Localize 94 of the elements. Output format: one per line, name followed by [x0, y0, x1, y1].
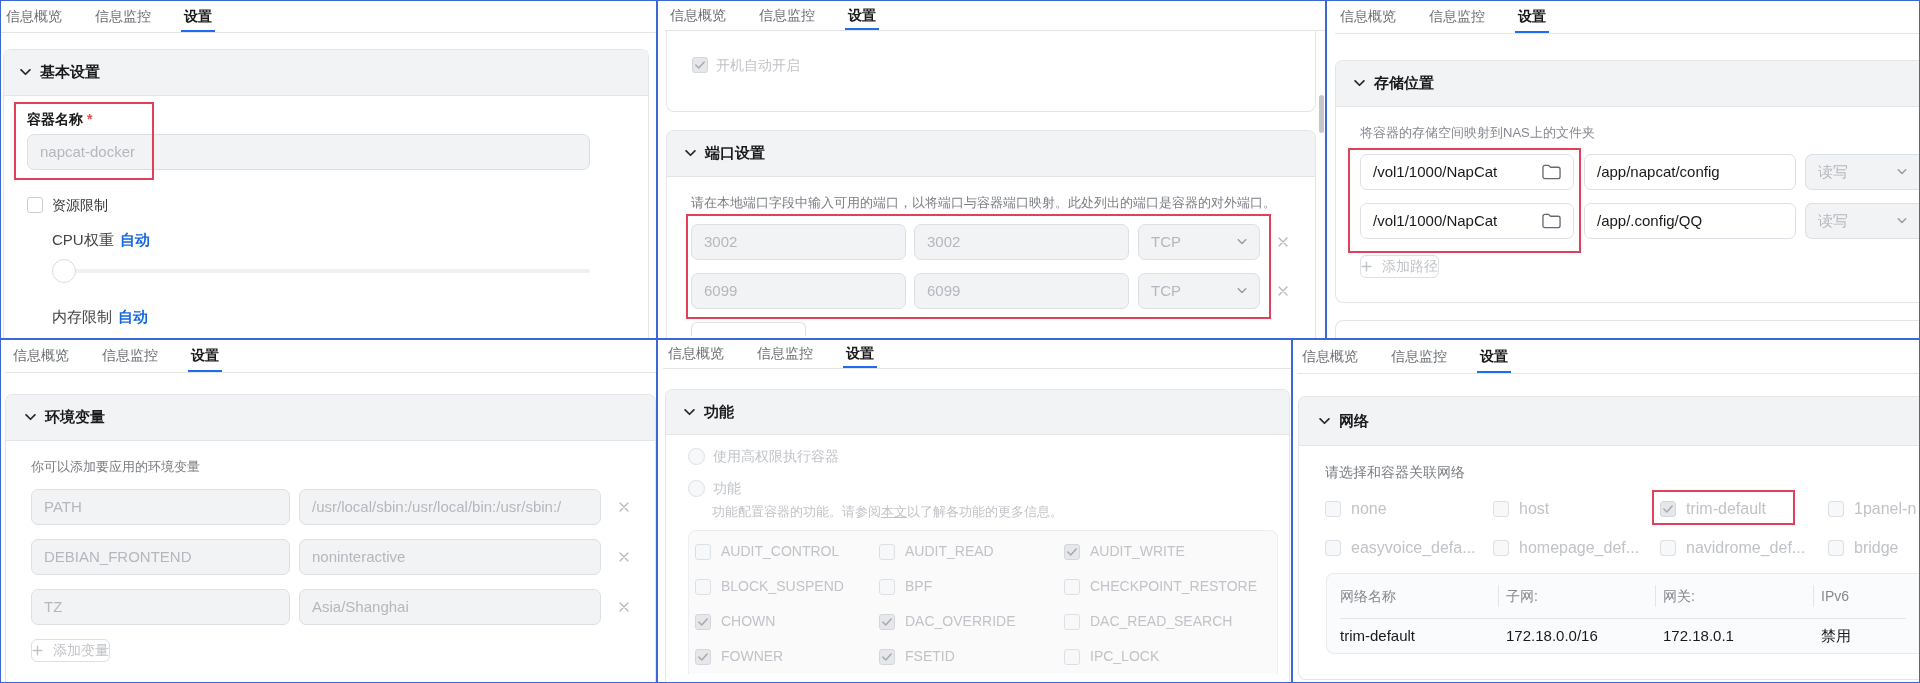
close-icon[interactable] [1278, 237, 1288, 247]
checkbox-label: bridge [1854, 537, 1899, 558]
limit-label: 内存限制 [52, 306, 112, 327]
tab[interactable]: 信息监控 [756, 1, 818, 30]
plus-icon [1361, 261, 1372, 272]
column-header: IPv6 [1821, 586, 1849, 606]
section-title: 基本设置 [40, 62, 100, 83]
checkbox-label: easyvoice_defa... [1351, 537, 1476, 558]
checkbox-label: BPF [905, 577, 933, 596]
checkbox-label: IPC_LOCK [1090, 647, 1160, 666]
checkbox-label: FSETID [905, 647, 955, 666]
partial-button[interactable] [691, 322, 806, 336]
tab[interactable]: 信息概览 [3, 1, 65, 32]
column-header: 网关: [1663, 586, 1695, 606]
table-cell-text: 172.18.0.0/16 [1505, 625, 1599, 646]
limit-value[interactable]: 自动 [119, 228, 150, 252]
check-icon [882, 617, 892, 626]
checkbox[interactable] [27, 197, 43, 213]
section-description: 请选择和容器关联网络 [1325, 463, 1466, 481]
check-icon [1663, 504, 1673, 513]
section-description: 请在本地端口字段中输入可用的端口，以将端口与容器端口映射。此处列出的端口是容器的对外端口。 [691, 194, 1277, 212]
scrollbar-thumb[interactable] [1319, 95, 1324, 133]
section-title: 环境变量 [45, 407, 105, 428]
tab[interactable]: 信息监控 [99, 340, 161, 372]
checkbox-label: 资源限制 [52, 195, 108, 215]
checkbox-label: 1panel-n [1854, 498, 1917, 519]
chevron-down-icon [1897, 169, 1907, 175]
host-path-field[interactable]: /vol1/1000/NapCat [1360, 203, 1574, 239]
container-path-field[interactable]: /app/.config/QQ [1584, 203, 1796, 239]
field-label: 容器名称 [27, 109, 83, 129]
checkbox-label: CHECKPOINT_RESTORE [1090, 577, 1257, 596]
slider-thumb[interactable] [52, 259, 76, 283]
column-header: 子网: [1506, 586, 1538, 606]
tab[interactable]: 信息监控 [1426, 1, 1488, 33]
table-cell-text: 禁用 [1820, 625, 1852, 646]
checkbox-label: homepage_def... [1519, 537, 1640, 558]
container-path-field[interactable]: /app/napcat/config [1584, 154, 1796, 190]
slider[interactable] [52, 259, 590, 283]
checkbox-label: navidrome_def... [1686, 537, 1806, 558]
checkbox-label: AUDIT_WRITE [1090, 542, 1185, 561]
tab[interactable]: 设置 [181, 1, 215, 32]
capability-description: 功能配置容器的功能。请参阅本文以了解各功能的更多信息。 [712, 504, 1064, 520]
radio-label: 功能 [713, 478, 741, 498]
tab[interactable]: 设置 [188, 340, 222, 372]
check-icon [698, 652, 708, 661]
table-cell-text: trim-default [1340, 625, 1417, 646]
checkbox-label: 开机自动开启 [716, 55, 800, 75]
limit-label: CPU权重 [52, 229, 114, 250]
chevron-down-icon [1237, 239, 1247, 245]
plus-icon [32, 645, 43, 656]
tab[interactable]: 信息概览 [10, 340, 72, 372]
section-header[interactable]: 存储位置 [1336, 61, 1919, 107]
folder-icon[interactable] [1542, 164, 1561, 180]
section-description: 将容器的存储空间映射到NAS上的文件夹 [1360, 124, 1596, 142]
host-path-field[interactable]: /vol1/1000/NapCat [1360, 154, 1574, 190]
checkbox-label: host [1519, 498, 1550, 519]
tab[interactable]: 设置 [845, 1, 879, 30]
chevron-down-icon [1237, 288, 1247, 294]
section-description: 你可以添加要应用的环境变量 [31, 458, 201, 476]
folder-icon[interactable] [1542, 213, 1561, 229]
section-header[interactable]: 端口设置 [667, 131, 1315, 177]
checkbox-label: none [1351, 498, 1387, 519]
checkbox-label: BLOCK_SUSPEND [721, 577, 844, 596]
tab[interactable]: 设置 [1515, 1, 1549, 33]
checkbox-label: FOWNER [721, 647, 784, 666]
close-icon[interactable] [619, 552, 629, 562]
check-icon [695, 61, 705, 69]
close-icon[interactable] [619, 602, 629, 612]
check-icon [1067, 547, 1077, 556]
tab[interactable]: 信息监控 [92, 1, 154, 32]
checkbox-label: AUDIT_READ [905, 542, 994, 561]
tab[interactable]: 信息概览 [667, 1, 729, 30]
check-icon [698, 617, 708, 626]
section-title: 存储位置 [1374, 73, 1434, 94]
checkbox-label: AUDIT_CONTROL [721, 542, 840, 561]
limit-value[interactable]: 自动 [118, 305, 148, 329]
section-title: 功能 [704, 401, 734, 422]
chevron-down-icon [1897, 218, 1907, 224]
table-cell-text: 172.18.0.1 [1662, 625, 1735, 646]
checkbox-label: CHOWN [721, 612, 776, 631]
section-header[interactable]: 环境变量 [6, 395, 655, 441]
required-mark: * [87, 109, 93, 129]
section-title: 网络 [1339, 410, 1369, 431]
check-icon [882, 652, 892, 661]
checkbox-label: trim-default [1686, 498, 1767, 519]
section-title: 端口设置 [705, 143, 765, 164]
checkbox-label: DAC_READ_SEARCH [1090, 612, 1233, 631]
close-icon[interactable] [1278, 286, 1288, 296]
column-header: 网络名称 [1340, 586, 1396, 606]
checkbox-label: DAC_OVERRIDE [905, 612, 1016, 631]
close-icon[interactable] [619, 502, 629, 512]
section-header[interactable]: 基本设置 [4, 50, 648, 96]
tab[interactable]: 信息概览 [1337, 1, 1399, 33]
radio-label: 使用高权限执行容器 [713, 446, 839, 466]
